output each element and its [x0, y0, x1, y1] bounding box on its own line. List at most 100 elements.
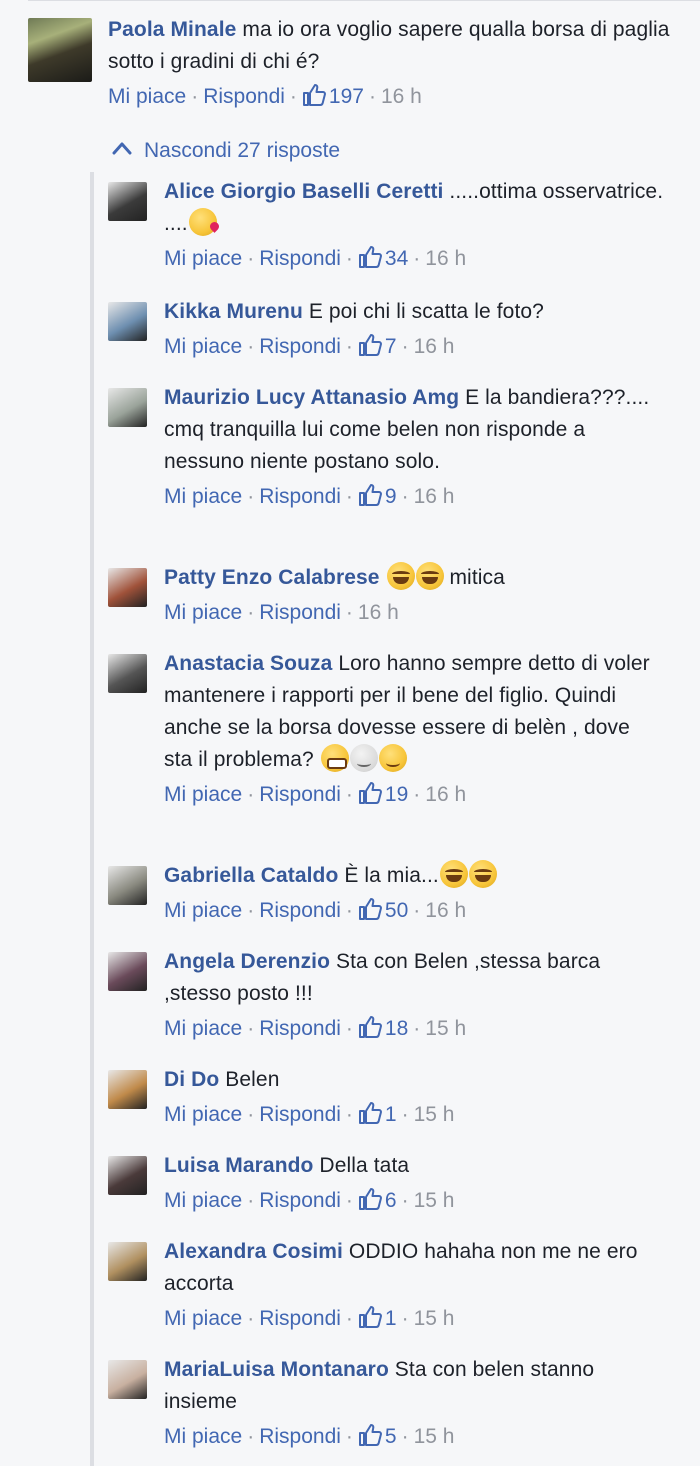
like-link[interactable]: Mi piace	[164, 1307, 242, 1330]
reply-text-block: MariaLuisa Montanaro Sta con belen stann…	[164, 1354, 664, 1418]
reply-time[interactable]: 16 h	[414, 485, 455, 508]
avatar[interactable]	[108, 302, 147, 341]
reply-link[interactable]: Rispondi	[259, 1189, 341, 1212]
separator: ·	[345, 247, 353, 270]
like-count[interactable]: 197	[302, 84, 364, 108]
reply-link[interactable]: Rispondi	[203, 85, 285, 108]
like-count[interactable]: 5	[358, 1424, 397, 1448]
avatar[interactable]	[108, 1360, 147, 1399]
like-count[interactable]: 19	[358, 782, 409, 806]
like-link[interactable]: Mi piace	[164, 1017, 242, 1040]
like-count-value: 197	[328, 85, 364, 108]
comment-time[interactable]: 16 h	[381, 85, 422, 108]
hide-replies-toggle[interactable]: Nascondi 27 risposte	[112, 136, 340, 166]
separator: ·	[345, 899, 353, 922]
reply-link[interactable]: Rispondi	[259, 1307, 341, 1330]
reply-actions: Mi piace · Rispondi · 50 · 16 h	[164, 896, 664, 926]
like-link[interactable]: Mi piace	[164, 601, 242, 624]
thumbs-up-icon	[358, 1424, 382, 1446]
top-divider	[28, 0, 700, 1]
avatar[interactable]	[108, 1156, 147, 1195]
separator: ·	[345, 1017, 353, 1040]
reply-author[interactable]: Gabriella Cataldo	[164, 864, 338, 887]
separator: ·	[247, 1307, 255, 1330]
reply-time[interactable]: 15 h	[414, 1103, 455, 1126]
reply-text-block: Maurizio Lucy Attanasio Amg E la bandier…	[164, 382, 664, 478]
reply-time[interactable]: 15 h	[414, 1425, 455, 1448]
like-count-value: 19	[384, 783, 409, 806]
separator: ·	[345, 1189, 353, 1212]
like-count[interactable]: 9	[358, 484, 397, 508]
like-count[interactable]: 34	[358, 246, 408, 270]
reply-text-after: mitica	[443, 566, 505, 589]
reply-time[interactable]: 16 h	[425, 783, 466, 806]
reply-link[interactable]: Rispondi	[259, 899, 341, 922]
like-link[interactable]: Mi piace	[164, 247, 242, 270]
reply-time[interactable]: 15 h	[414, 1307, 455, 1330]
reply-author[interactable]: MariaLuisa Montanaro	[164, 1358, 389, 1381]
reply-link[interactable]: Rispondi	[259, 247, 341, 270]
like-count-value: 6	[384, 1189, 397, 1212]
thumbs-up-icon	[358, 1306, 382, 1328]
reply-time[interactable]: 16 h	[414, 335, 455, 358]
like-link[interactable]: Mi piace	[164, 1425, 242, 1448]
reply-link[interactable]: Rispondi	[259, 601, 341, 624]
avatar[interactable]	[28, 18, 92, 82]
reply-link[interactable]: Rispondi	[259, 485, 341, 508]
avatar[interactable]	[108, 1070, 147, 1109]
reply-text	[380, 566, 386, 589]
reply-link[interactable]: Rispondi	[259, 1103, 341, 1126]
like-link[interactable]: Mi piace	[164, 335, 242, 358]
emoji-laugh-icon	[468, 860, 497, 888]
reply-time[interactable]: 15 h	[425, 1017, 466, 1040]
like-link[interactable]: Mi piace	[108, 85, 186, 108]
like-count[interactable]: 1	[358, 1102, 397, 1126]
like-count[interactable]: 6	[358, 1188, 397, 1212]
reply-actions: Mi piace · Rispondi · 6 · 15 h	[164, 1186, 664, 1216]
like-count[interactable]: 50	[358, 898, 408, 922]
avatar[interactable]	[108, 182, 147, 221]
avatar[interactable]	[108, 568, 147, 607]
reply-link[interactable]: Rispondi	[259, 335, 341, 358]
reply-author[interactable]: Luisa Marando	[164, 1154, 314, 1177]
reply-link[interactable]: Rispondi	[259, 1017, 341, 1040]
like-count[interactable]: 1	[358, 1306, 397, 1330]
reply-author[interactable]: Alice Giorgio Baselli Ceretti	[164, 180, 443, 203]
comment-author[interactable]: Paola Minale	[108, 18, 236, 41]
thumbs-up-icon	[358, 1102, 382, 1124]
reply-author[interactable]: Kikka Murenu	[164, 300, 303, 323]
thumbs-up-icon	[358, 246, 382, 268]
like-count[interactable]: 7	[358, 334, 397, 358]
separator: ·	[247, 783, 255, 806]
avatar[interactable]	[108, 654, 147, 693]
like-link[interactable]: Mi piace	[164, 1103, 242, 1126]
reply-link[interactable]: Rispondi	[259, 783, 341, 806]
reply-text: Della tata	[313, 1154, 410, 1177]
reply-author[interactable]: Di Do	[164, 1068, 219, 1091]
reply-author[interactable]: Alexandra Cosimi	[164, 1240, 343, 1263]
reply-time[interactable]: 16 h	[358, 601, 399, 624]
reply-body: Alice Giorgio Baselli Ceretti .....ottim…	[164, 176, 664, 274]
avatar[interactable]	[108, 1242, 147, 1281]
reply-actions: Mi piace · Rispondi · 18 · 15 h	[164, 1014, 664, 1044]
reply-text-block: Gabriella Cataldo È la mia...	[164, 860, 664, 892]
like-link[interactable]: Mi piace	[164, 899, 242, 922]
reply-author[interactable]: Patty Enzo Calabrese	[164, 566, 380, 589]
separator: ·	[401, 485, 409, 508]
like-count[interactable]: 18	[358, 1016, 408, 1040]
avatar[interactable]	[108, 952, 147, 991]
reply-actions: Mi piace · Rispondi · 1 · 15 h	[164, 1100, 664, 1130]
reply-time[interactable]: 16 h	[425, 899, 466, 922]
reply-time[interactable]: 15 h	[414, 1189, 455, 1212]
like-link[interactable]: Mi piace	[164, 1189, 242, 1212]
reply-time[interactable]: 16 h	[425, 247, 466, 270]
reply-author[interactable]: Maurizio Lucy Attanasio Amg	[164, 386, 459, 409]
emoji-relieved-icon	[349, 744, 378, 772]
reply-author[interactable]: Angela Derenzio	[164, 950, 330, 973]
like-link[interactable]: Mi piace	[164, 783, 242, 806]
avatar[interactable]	[108, 388, 147, 427]
avatar[interactable]	[108, 866, 147, 905]
like-link[interactable]: Mi piace	[164, 485, 242, 508]
reply-link[interactable]: Rispondi	[259, 1425, 341, 1448]
reply-author[interactable]: Anastacia Souza	[164, 652, 332, 675]
